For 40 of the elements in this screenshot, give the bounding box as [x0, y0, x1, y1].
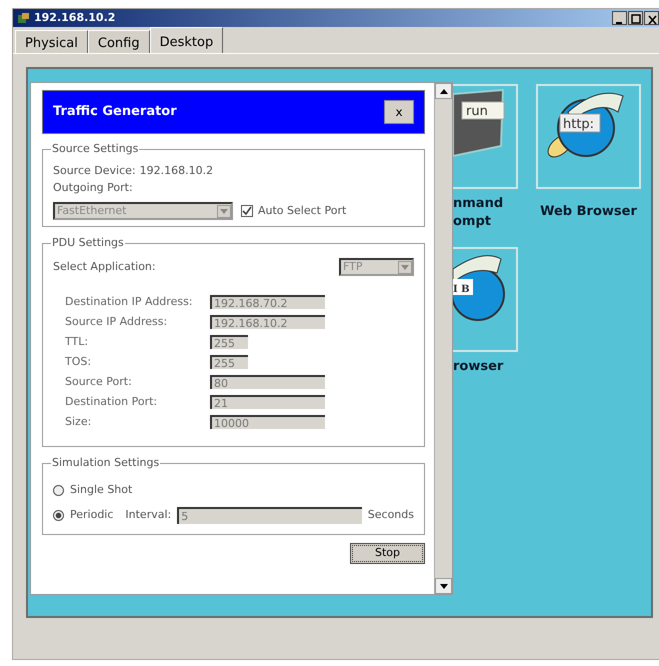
app-label[interactable]: rowser: [453, 358, 504, 376]
app-label[interactable]: Web Browser: [540, 203, 637, 221]
radio-button[interactable]: [53, 510, 64, 521]
outgoing-port-label: Outgoing Port:: [53, 180, 134, 196]
group-legend: PDU Settings: [51, 236, 125, 250]
radio-label: Periodic: [70, 507, 114, 524]
auto-select-label: Auto Select Port: [258, 202, 346, 219]
field-label: Destination Port:: [65, 394, 158, 410]
tab[interactable]: Desktop: [150, 27, 224, 53]
source-device-label: Source Device:: [53, 163, 136, 179]
seconds-label: Seconds: [368, 507, 414, 524]
scrollbar[interactable]: [434, 83, 452, 594]
field-label: TOS:: [65, 354, 92, 370]
field-label: Source Port:: [65, 374, 133, 390]
interval-label: Interval:: [125, 507, 172, 524]
minimize-icon[interactable]: [612, 11, 627, 25]
app-label[interactable]: nmand: [453, 195, 504, 213]
select-application-label: Select Application:: [53, 258, 156, 275]
field-label: Size:: [65, 414, 92, 430]
scroll-up-icon[interactable]: [435, 83, 452, 99]
auto-select-checkbox[interactable]: [241, 205, 253, 217]
field-label: Source IP Address:: [65, 314, 168, 330]
field-label: TTL:: [65, 334, 90, 350]
scroll-down-icon[interactable]: [435, 578, 452, 594]
maximize-icon[interactable]: [628, 11, 643, 25]
group-legend: Simulation Settings: [51, 456, 160, 470]
field-label: Destination IP Address:: [65, 294, 194, 310]
radio-label: Single Shot: [70, 482, 132, 498]
close-icon[interactable]: [644, 11, 659, 25]
app-label[interactable]: ompt: [453, 213, 491, 231]
group-legend: Source Settings: [51, 142, 140, 156]
radio-button[interactable]: [53, 485, 64, 496]
window-title: 192.168.10.2: [34, 10, 116, 26]
stop-button[interactable]: Stop: [350, 543, 425, 564]
close-button[interactable]: x: [384, 100, 414, 124]
app-icon: [17, 12, 30, 24]
tab[interactable]: Config: [88, 30, 150, 53]
tab[interactable]: Physical: [15, 30, 88, 53]
source-device-value: 192.168.10.2: [140, 163, 214, 179]
dialog-title: Traffic Generator: [53, 103, 177, 122]
